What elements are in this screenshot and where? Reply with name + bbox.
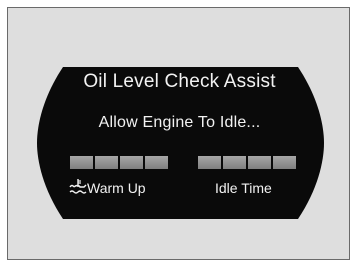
warm-up-progress-bar [70,156,168,169]
warm-up-segment-4 [145,156,168,169]
idle-time-label: Idle Time [215,180,272,196]
warm-up-segment-2 [95,156,118,169]
oil-temperature-icon [69,179,87,194]
idle-time-progress-bar [198,156,296,169]
idle-time-segment-2 [223,156,246,169]
idle-time-segment-3 [248,156,271,169]
idle-time-segment-1 [198,156,221,169]
warm-up-segment-1 [70,156,93,169]
idle-time-segment-4 [273,156,296,169]
screenshot-frame [7,7,350,260]
warm-up-label: Warm Up [87,180,146,196]
display-title: Oil Level Check Assist [83,71,276,92]
display-message: Allow Engine To Idle... [98,114,261,131]
warm-up-segment-3 [120,156,143,169]
